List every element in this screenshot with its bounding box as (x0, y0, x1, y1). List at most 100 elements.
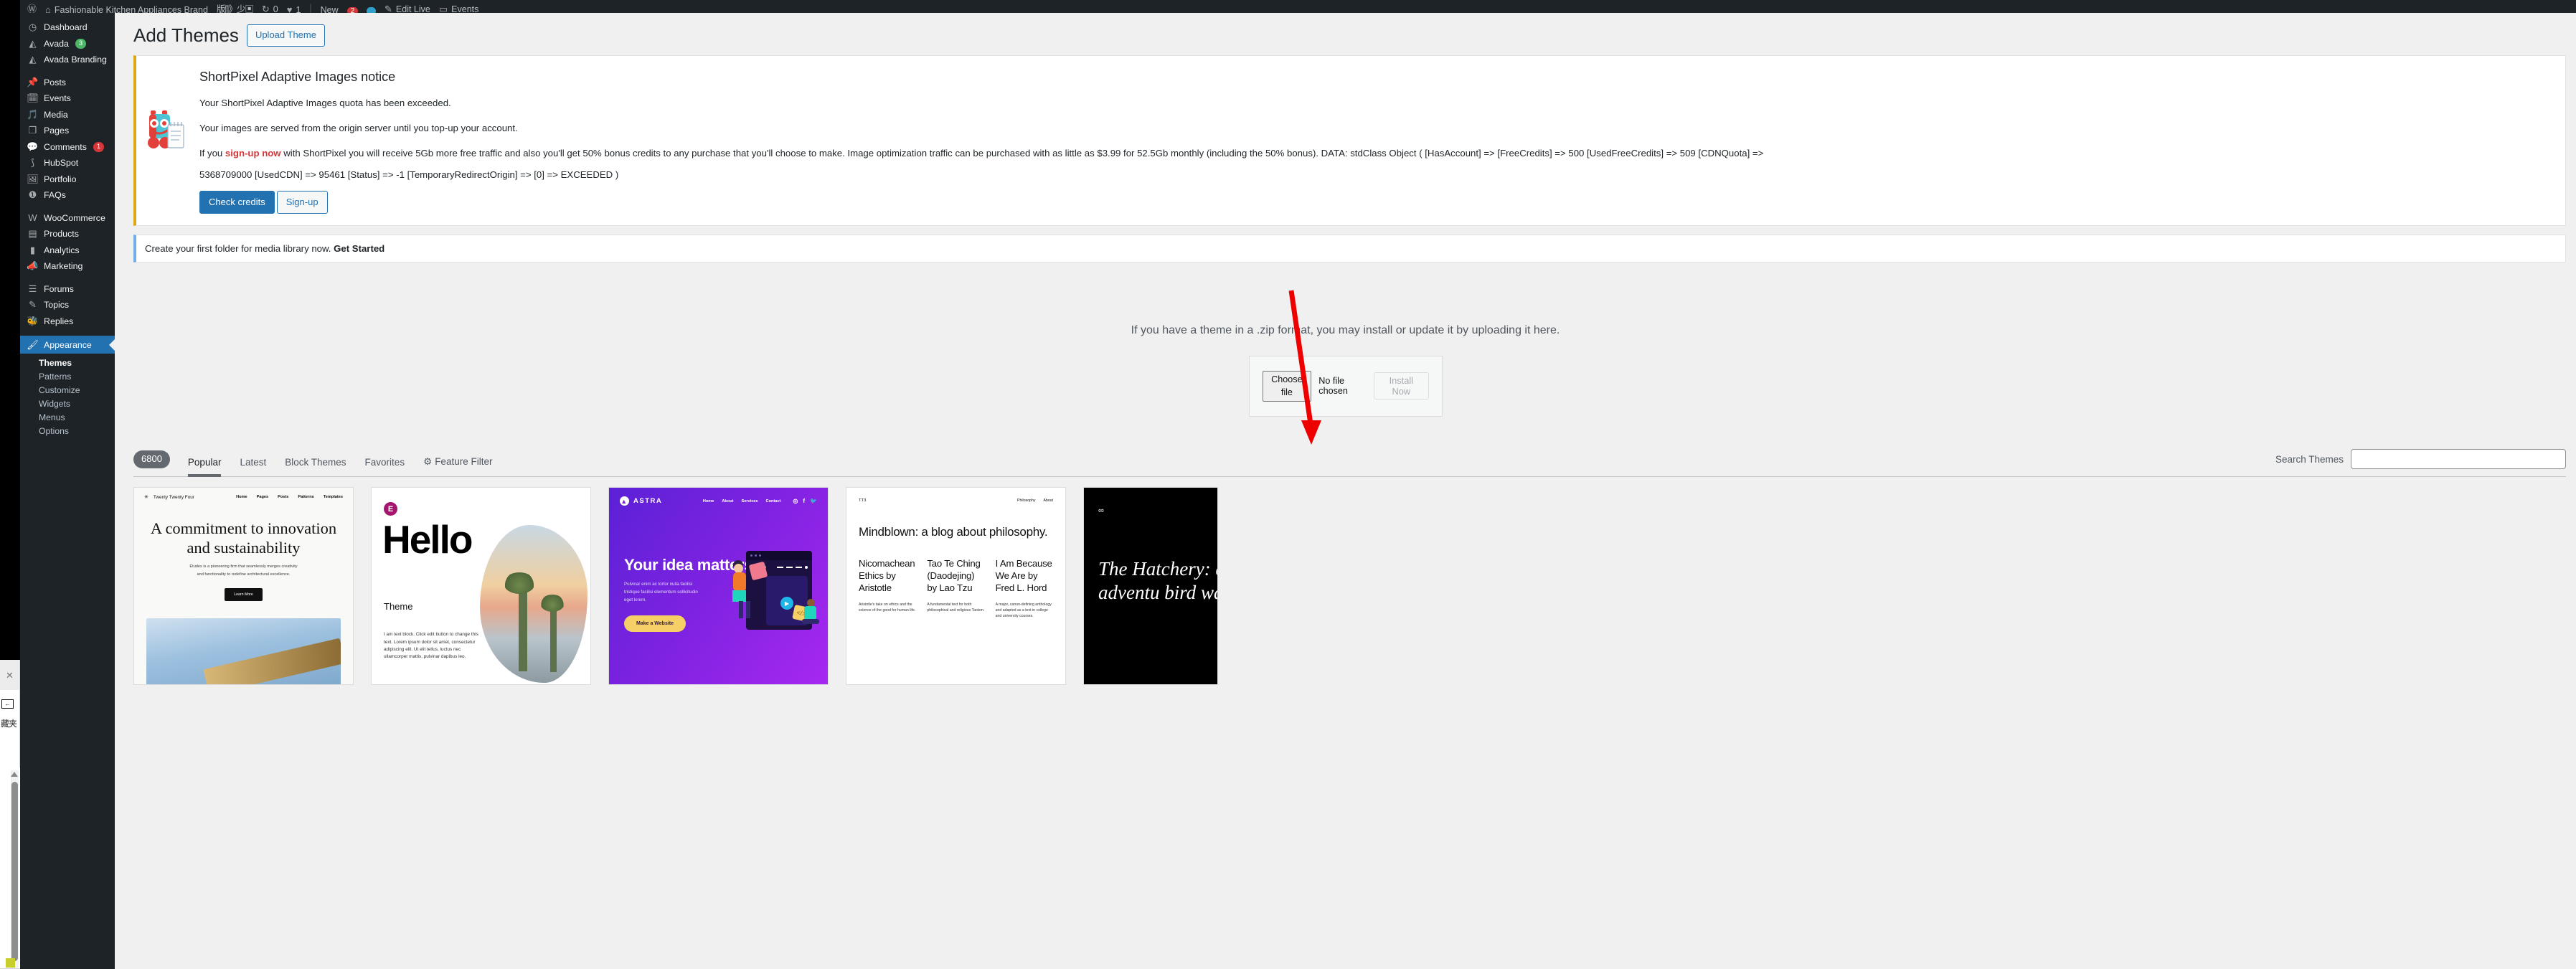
collapse-panel-icon[interactable]: ← (1, 699, 14, 709)
sidebar-item-faqs[interactable]: ❶ FAQs (20, 187, 115, 204)
page-title: Add Themes (133, 24, 239, 46)
check-credits-button[interactable]: Check credits (199, 191, 275, 214)
sidebar-item-portfolio[interactable]: 🖼 Portfolio (20, 171, 115, 188)
theme-filter-bar: 6800 Popular Latest Block Themes Favorites ⚙… (133, 445, 2566, 478)
wp-admin-bar[interactable]: Ⓦ ⌂ Fashionable Kitchen Appliances Brand… (20, 0, 2576, 13)
submenu-item-menus[interactable]: Menus (20, 410, 115, 424)
browser-panel-label: 藏夹 (1, 719, 17, 729)
sidebar-item-label: Marketing (44, 261, 83, 272)
theme-search[interactable]: Search Themes (2275, 449, 2566, 470)
admin-bar-cjk-item[interactable]: 版[]》少▣ (217, 1, 254, 13)
admin-bar-site-name[interactable]: ⌂ Fashionable Kitchen Appliances Brand (45, 4, 208, 13)
astra-window-dashes (777, 566, 808, 569)
page-header: Add Themes Upload Theme (115, 13, 2576, 52)
home-icon: ⌂ (45, 4, 51, 13)
admin-bar-events[interactable]: ▭ Events (439, 4, 479, 13)
media-folder-notice: Create your first folder for media libra… (133, 235, 2566, 263)
scroll-up-arrow-icon[interactable] (11, 772, 18, 777)
install-now-button[interactable]: Install Now (1374, 372, 1429, 400)
admin-bar-edit-live[interactable]: ✎ Edit Live (384, 4, 430, 13)
refresh-icon: ↻ (261, 4, 270, 13)
tt3-nav-item: Philosophy (1017, 498, 1036, 504)
browser-panel-collapse-row[interactable]: ← (0, 690, 19, 717)
tt3-post-desc: Aristotle's take on ethics and the scien… (859, 602, 916, 613)
submenu-item-widgets[interactable]: Widgets (20, 397, 115, 410)
signup-now-link[interactable]: sign-up now (225, 148, 281, 159)
sidebar-item-products[interactable]: ▤ Products (20, 226, 115, 242)
submenu-item-options[interactable]: Options (20, 424, 115, 438)
browser-panel-close-bar[interactable]: ✕ (0, 660, 19, 690)
tt3-post-item: I Am Because We Are by Fred L. Hord A ma… (996, 558, 1053, 620)
astra-social-icons: ◎ f 🐦 (793, 498, 817, 504)
theme-results-grid: ✳ Twenty Twenty Four Home Pages Posts Pa… (133, 487, 2576, 686)
theme-card-astra[interactable]: ▲ ASTRA Home About Services Contact ◎ f … (608, 487, 829, 686)
elementor-logo-icon: E (384, 502, 397, 516)
shortpixel-detail-line: If you sign-up now with ShortPixel you w… (199, 146, 2557, 161)
close-icon[interactable]: ✕ (6, 671, 14, 680)
edit-live-label: Edit Live (395, 4, 430, 13)
sidebar-item-dashboard[interactable]: ◷ Dashboard (20, 19, 115, 36)
sidebar-item-avada-branding[interactable]: ◭ Avada Branding (20, 52, 115, 68)
sidebar-item-avada[interactable]: ◭ Avada 3 (20, 36, 115, 52)
theme-card-twenty-twenty-three[interactable]: TT3 Philosophy About Mindblown: a blog a… (846, 487, 1066, 686)
sidebar-item-woocommerce[interactable]: W WooCommerce (20, 210, 115, 227)
sidebar-item-label: FAQs (44, 190, 66, 201)
sidebar-item-marketing[interactable]: 📣 Marketing (20, 258, 115, 275)
sidebar-item-appearance[interactable]: 🖌 Appearance (20, 336, 115, 354)
window-dot-icon (755, 554, 757, 557)
filter-tab-favorites[interactable]: Favorites (356, 457, 415, 476)
new-content-label: New (320, 5, 339, 13)
admin-bar-updates[interactable]: ↻ 0 (262, 4, 278, 13)
sidebar-item-label: Avada (44, 38, 69, 49)
scrollbar-thumb[interactable] (11, 782, 18, 961)
appearance-submenu[interactable]: Themes Patterns Customize Widgets Menus Optio… (20, 354, 115, 442)
filter-tab-latest[interactable]: Latest (230, 457, 275, 476)
admin-bar-likes[interactable]: ♥ 1 (287, 4, 301, 13)
sidebar-item-media[interactable]: 🎵 Media (20, 107, 115, 123)
sidebar-item-topics[interactable]: ✎ Topics (20, 297, 115, 313)
sidebar-item-forums[interactable]: ☰ Forums (20, 281, 115, 298)
play-icon: ▶ (780, 597, 793, 610)
annotation-arrow-icon (1288, 290, 1321, 445)
tt4-nav-item: Posts (278, 495, 289, 500)
cactus-crown-secondary (540, 594, 565, 612)
admin-bar-wp-logo[interactable]: Ⓦ (27, 1, 37, 13)
updates-count: 0 (273, 4, 278, 13)
admin-bar-tools[interactable] (367, 7, 377, 13)
filter-tab-feature-filter[interactable]: ⚙ Feature Filter (414, 456, 501, 476)
sidebar-item-events[interactable]: 🗓 Events (20, 90, 115, 107)
theme-upload-form[interactable]: Choose file No file chosen Install Now (1248, 356, 1443, 417)
sidebar-item-posts[interactable]: 📌 Posts (20, 75, 115, 91)
submenu-item-patterns[interactable]: Patterns (20, 369, 115, 383)
theme-card-the-hatchery[interactable]: ∞ The Hatchery: a about adventu bird wat… (1083, 487, 1218, 686)
wp-admin-sidebar[interactable]: ◷ Dashboard ◭ Avada 3 ◭ Avada Branding 📌 Posts 🗓 E… (20, 13, 115, 969)
sidebar-item-analytics[interactable]: ▮ Analytics (20, 242, 115, 259)
hello-heading: Hello (382, 517, 473, 562)
sidebar-item-comments[interactable]: 💬 Comments 1 (20, 139, 115, 156)
site-title-label: Fashionable Kitchen Appliances Brand (54, 4, 208, 14)
theme-card-hello-elementor[interactable]: E Hello Theme I am text block. Click edi… (371, 487, 591, 686)
sidebar-item-pages[interactable]: ❐ Pages (20, 123, 115, 139)
sidebar-item-label: Comments (44, 141, 87, 152)
hatchery-heading: The Hatchery: a about adventu bird watch… (1098, 558, 1217, 604)
filter-tab-popular[interactable]: Popular (179, 457, 231, 478)
admin-bar-comments[interactable]: 2 (346, 7, 359, 13)
browser-side-panel[interactable]: ✕ ← 藏夹 (0, 660, 20, 969)
sidebar-item-hubspot[interactable]: ⟆ HubSpot (20, 155, 115, 171)
get-started-link[interactable]: Get Started (334, 243, 384, 254)
signup-button[interactable]: Sign-up (276, 191, 328, 214)
theme-card-twenty-twenty-four[interactable]: ✳ Twenty Twenty Four Home Pages Posts Pa… (133, 487, 354, 686)
search-themes-input[interactable] (2351, 449, 2566, 470)
filter-tab-label: Popular (187, 457, 222, 468)
upload-theme-button[interactable]: Upload Theme (246, 24, 325, 47)
sidebar-item-replies[interactable]: 🐝 Replies (20, 313, 115, 330)
astra-brand: ▲ ASTRA (620, 496, 662, 506)
instagram-icon: ◎ (793, 498, 798, 505)
submenu-item-customize[interactable]: Customize (20, 383, 115, 397)
submenu-item-themes[interactable]: Themes (20, 356, 115, 369)
filter-tab-block-themes[interactable]: Block Themes (275, 457, 355, 476)
tt3-post-columns: Nicomachean Ethics by Aristotle Aristotl… (859, 558, 1053, 620)
replies-icon: 🐝 (27, 315, 39, 326)
admin-bar-new[interactable]: New (321, 5, 339, 13)
choose-file-button[interactable]: Choose file (1262, 371, 1312, 402)
